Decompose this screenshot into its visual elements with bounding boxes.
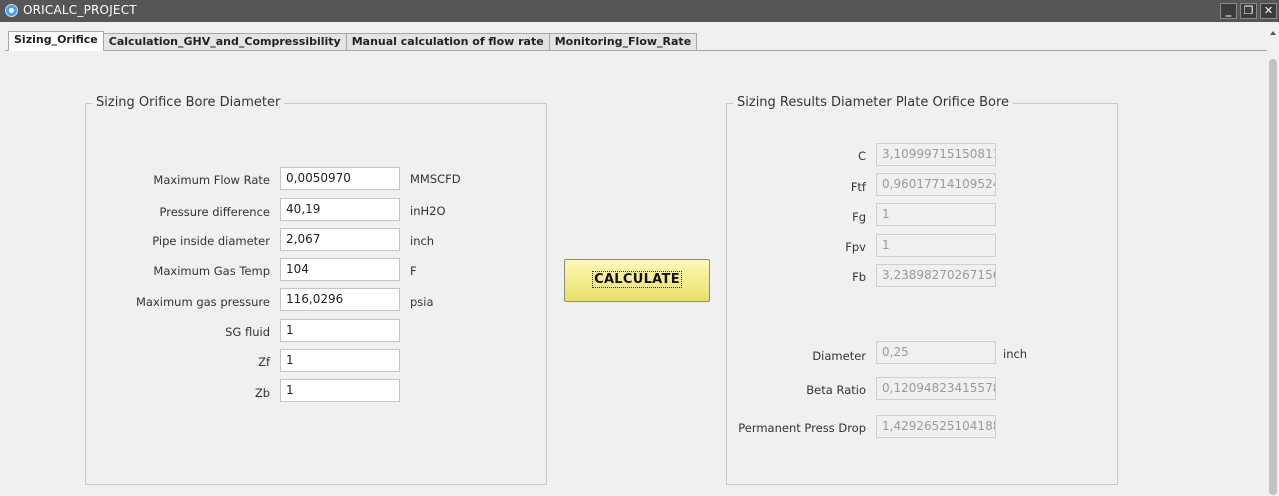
field-unit: psia: [410, 295, 434, 309]
restore-icon[interactable]: ❐: [1240, 3, 1257, 19]
scroll-up-icon[interactable]: [1270, 31, 1276, 35]
fg-output: 1: [876, 203, 996, 226]
scrollbar-thumb[interactable]: [1269, 59, 1277, 495]
result-label: Fb: [852, 270, 866, 284]
field-label: Zb: [254, 386, 270, 400]
fb-output: 3,23898270267156: [876, 264, 996, 287]
field-unit: inH2O: [410, 204, 446, 218]
diameter-output: 0,25: [876, 341, 996, 364]
window-controls: _ ❐ ✕: [1220, 3, 1277, 19]
result-label: Diameter: [812, 349, 866, 363]
app-icon: [5, 4, 18, 17]
result-label: C: [857, 149, 866, 163]
fpv-output: 1: [876, 234, 996, 257]
minimize-icon[interactable]: _: [1220, 3, 1237, 19]
ftf-output: 0,960177141095242: [876, 173, 996, 196]
max-flow-rate-input[interactable]: 0,0050970: [280, 167, 400, 190]
field-unit: inch: [410, 234, 435, 248]
result-label: Ftf: [850, 180, 866, 194]
result-label: Permanent Press Drop: [738, 421, 866, 435]
beta-ratio-output: 0,120948234155781: [876, 377, 996, 400]
field-label: Pipe inside diameter: [152, 234, 270, 248]
tab-manual-calculation[interactable]: Manual calculation of flow rate: [345, 33, 550, 51]
window-title-bar: ORICALC_PROJECT _ ❐ ✕: [0, 0, 1279, 22]
field-label: Maximum Flow Rate: [153, 173, 270, 187]
result-label: Fg: [852, 210, 866, 224]
tab-monitoring-flow-rate[interactable]: Monitoring_Flow_Rate: [548, 33, 698, 51]
permanent-press-drop-output: 1,42926525104188: [876, 415, 996, 438]
field-label: Maximum gas pressure: [136, 295, 270, 309]
c-output: 3,10999715150811: [876, 143, 996, 166]
zf-input[interactable]: 1: [280, 349, 400, 372]
field-label: SG fluid: [225, 325, 270, 339]
tab-calculation-ghv[interactable]: Calculation_GHV_and_Compressibility: [102, 33, 347, 51]
pressure-difference-input[interactable]: 40,19: [280, 198, 400, 221]
tab-bar: Sizing_Orifice Calculation_GHV_and_Compr…: [8, 31, 698, 51]
window-title: ORICALC_PROJECT: [23, 3, 137, 17]
field-unit: F: [410, 264, 417, 278]
result-label: Fpv: [845, 240, 866, 254]
field-label: Maximum Gas Temp: [153, 264, 270, 278]
result-label: Beta Ratio: [806, 383, 866, 397]
max-gas-pressure-input[interactable]: 116,0296: [280, 288, 400, 311]
calculate-button-label: CALCULATE: [592, 271, 682, 288]
field-unit: MMSCFD: [410, 172, 461, 186]
vertical-scrollbar[interactable]: [1267, 22, 1279, 495]
sg-fluid-input[interactable]: 1: [280, 319, 400, 342]
field-label: Zf: [258, 355, 270, 369]
result-unit: inch: [1003, 347, 1028, 361]
field-label: Pressure difference: [159, 205, 271, 219]
group-title: Sizing Results Diameter Plate Orifice Bo…: [733, 95, 1014, 110]
pipe-inside-diameter-input[interactable]: 2,067: [280, 228, 400, 251]
max-gas-temp-input[interactable]: 104: [280, 258, 400, 281]
zb-input[interactable]: 1: [280, 379, 400, 402]
group-title: Sizing Orifice Bore Diameter: [92, 95, 285, 110]
tab-sizing-orifice[interactable]: Sizing_Orifice: [8, 31, 104, 51]
calculate-button[interactable]: CALCULATE: [564, 259, 710, 302]
close-icon[interactable]: ✕: [1260, 3, 1277, 19]
